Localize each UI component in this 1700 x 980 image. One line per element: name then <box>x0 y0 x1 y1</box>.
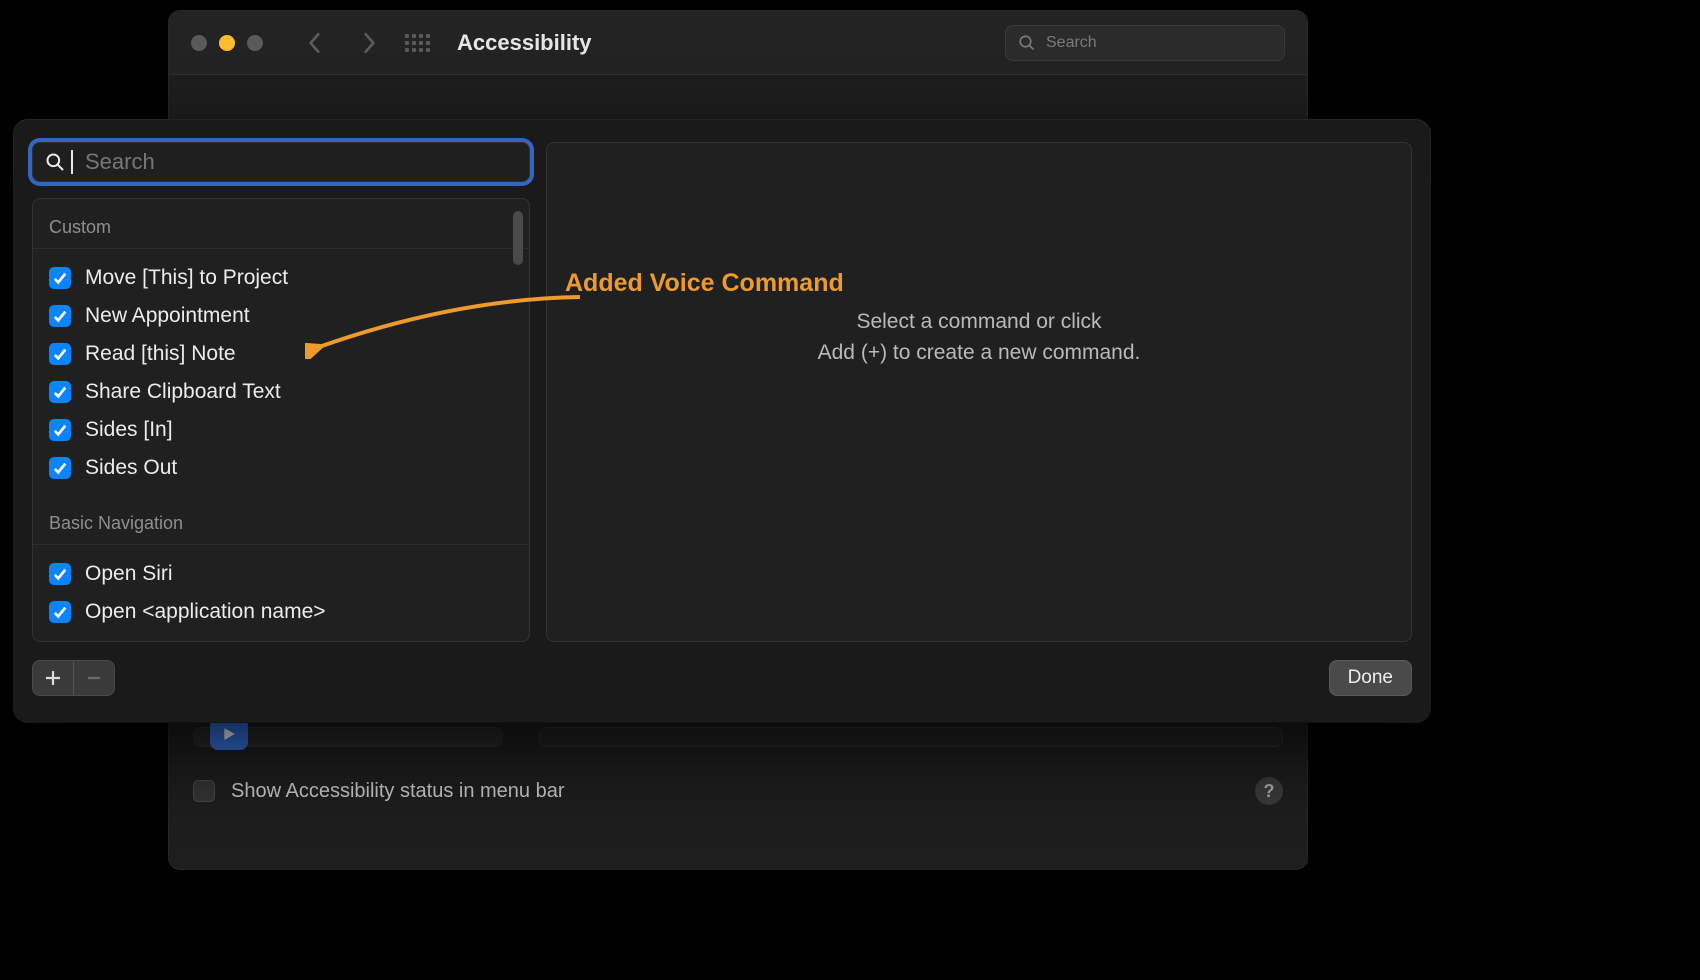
section-header: Custom <box>33 213 529 249</box>
checkbox[interactable] <box>49 343 71 365</box>
toolbar-search-placeholder: Search <box>1046 34 1097 52</box>
list-item-label: Open Siri <box>85 562 173 586</box>
commands-sheet: Search Custom Move [This] to Project New… <box>14 120 1430 722</box>
list-item-label: Sides [In] <box>85 418 173 442</box>
text-cursor <box>71 150 73 174</box>
done-button[interactable]: Done <box>1329 660 1412 696</box>
forward-button[interactable] <box>355 29 383 57</box>
checkbox[interactable] <box>49 601 71 623</box>
command-list[interactable]: Custom Move [This] to Project New Appoin… <box>32 198 530 642</box>
list-item[interactable]: Move [This] to Project <box>49 259 513 297</box>
minimize-traffic-light[interactable] <box>219 35 235 51</box>
list-item[interactable]: Open Siri <box>49 555 513 593</box>
list-item[interactable]: Open <application name> <box>49 593 513 631</box>
list-item-label: Open <application name> <box>85 600 326 624</box>
sheet-search-placeholder: Search <box>85 149 155 175</box>
status-checkbox[interactable] <box>193 780 215 802</box>
play-icon <box>210 718 248 750</box>
annotation-label: Added Voice Command <box>565 269 844 298</box>
detail-panel: Added Voice Command Select a command or … <box>546 142 1412 642</box>
checkbox[interactable] <box>49 457 71 479</box>
list-item[interactable]: Sides [In] <box>49 411 513 449</box>
checkbox[interactable] <box>49 305 71 327</box>
list-item-label: Read [this] Note <box>85 342 236 366</box>
list-item-label: Move [This] to Project <box>85 266 288 290</box>
checkbox[interactable] <box>49 381 71 403</box>
help-button[interactable]: ? <box>1255 777 1283 805</box>
zoom-traffic-light[interactable] <box>247 35 263 51</box>
status-label: Show Accessibility status in menu bar <box>231 780 565 803</box>
titlebar: Accessibility Search <box>169 11 1307 75</box>
close-traffic-light[interactable] <box>191 35 207 51</box>
back-button[interactable] <box>301 29 329 57</box>
list-item-label: New Appointment <box>85 304 250 328</box>
add-button[interactable] <box>33 661 74 695</box>
remove-button[interactable] <box>74 661 114 695</box>
list-item-label: Share Clipboard Text <box>85 380 281 404</box>
checkbox[interactable] <box>49 563 71 585</box>
window-title: Accessibility <box>457 30 592 56</box>
empty-state-hint: Select a command or click Add (+) to cre… <box>818 306 1141 369</box>
list-item-label: Sides Out <box>85 456 177 480</box>
list-item[interactable]: Share Clipboard Text <box>49 373 513 411</box>
show-all-icon[interactable] <box>405 31 429 55</box>
traffic-lights <box>191 35 263 51</box>
content-bottom-box <box>539 727 1283 747</box>
list-item[interactable]: Sides Out <box>49 449 513 487</box>
checkbox[interactable] <box>49 267 71 289</box>
add-remove-segment <box>32 660 115 696</box>
list-item[interactable]: New Appointment <box>49 297 513 335</box>
scrollbar-thumb[interactable] <box>513 211 523 265</box>
checkbox[interactable] <box>49 419 71 441</box>
toolbar-search[interactable]: Search <box>1005 25 1285 61</box>
section-header: Basic Navigation <box>33 491 529 545</box>
sidebar-bottom-box <box>193 727 503 747</box>
list-item[interactable]: Read [this] Note <box>49 335 513 373</box>
sheet-search-input[interactable]: Search <box>32 142 530 182</box>
window-bottom-strip: Show Accessibility status in menu bar ? <box>169 709 1307 869</box>
